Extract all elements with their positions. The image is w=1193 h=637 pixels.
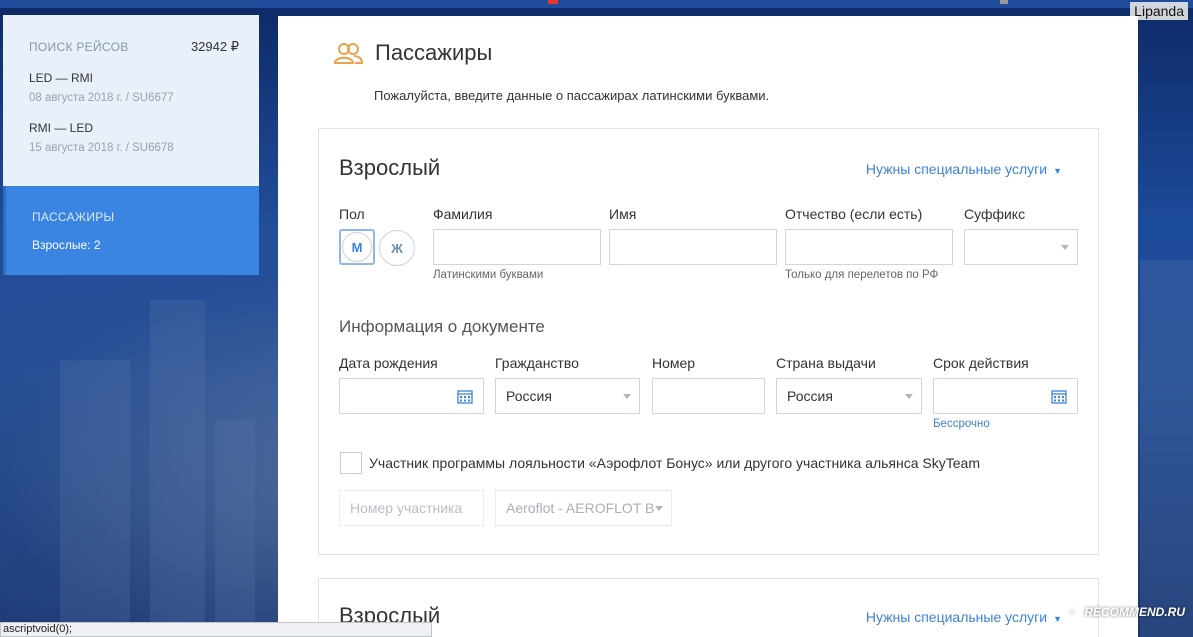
surname-label: Фамилия <box>433 206 493 222</box>
route-outbound: LED — RMI 08 августа 2018 г. / SU6677 <box>29 71 239 104</box>
gender-label: Пол <box>339 206 365 222</box>
issue-country-select[interactable]: Россия <box>776 378 922 414</box>
member-number-placeholder: Номер участника <box>350 500 463 516</box>
suffix-select[interactable] <box>964 229 1078 265</box>
route-details: 15 августа 2018 г. / SU6678 <box>29 142 174 154</box>
loyalty-label[interactable]: Участник программы лояльности «Аэрофлот … <box>369 455 980 471</box>
passenger-type-title: Взрослый <box>339 155 441 180</box>
tab-marker-gray <box>1000 0 1008 4</box>
flight-search-title: ПОИСК РЕЙСОВ <box>29 40 129 54</box>
chevron-down-icon <box>1061 245 1069 250</box>
watermark: ✓ RECOMMEND.RU <box>1064 604 1185 620</box>
name-label: Имя <box>609 206 637 222</box>
special-services-label: Нужны специальные услуги <box>865 609 1048 625</box>
birth-date-input[interactable] <box>339 378 484 414</box>
caret-down-icon: ▼ <box>1053 614 1062 624</box>
suffix-label: Суффикс <box>964 206 1026 222</box>
loyalty-program-value: Aeroflot - AEROFLOT B <box>506 500 655 516</box>
tab-marker <box>548 0 558 4</box>
page-header: Пассажиры <box>333 40 492 66</box>
sidebar: ПОИСК РЕЙСОВ 32942 ₽ LED — RMI 08 август… <box>3 15 259 275</box>
special-services-link[interactable]: Нужны специальные услуги ▼ <box>866 609 1062 625</box>
route-return: RMI — LED 15 августа 2018 г. / SU6678 <box>29 121 239 154</box>
validity-label: Срок действия <box>933 355 1029 371</box>
document-number-input[interactable] <box>652 378 765 414</box>
birth-date-label: Дата рождения <box>339 355 438 371</box>
member-number-input[interactable]: Номер участника <box>339 490 484 526</box>
flight-search-panel[interactable]: ПОИСК РЕЙСОВ 32942 ₽ LED — RMI 08 август… <box>3 15 259 186</box>
issue-country-value: Россия <box>787 388 833 404</box>
calendar-icon[interactable] <box>1051 389 1067 404</box>
browser-status-bar: ascriptvoid(0); <box>0 622 432 637</box>
name-input[interactable] <box>609 229 777 265</box>
main-content: Пассажиры Пожалуйста, введите данные о п… <box>278 16 1138 637</box>
total-price: 32942 ₽ <box>190 39 239 54</box>
citizenship-label: Гражданство <box>495 355 579 371</box>
loyalty-checkbox[interactable] <box>340 452 362 474</box>
citizenship-select[interactable]: Россия <box>495 378 640 414</box>
passengers-icon <box>333 43 363 64</box>
patronymic-input[interactable] <box>785 229 953 265</box>
validity-input[interactable] <box>933 378 1078 414</box>
passengers-count: Взрослые: 2 <box>32 238 101 252</box>
surname-input[interactable] <box>433 229 601 265</box>
calendar-icon[interactable] <box>457 389 473 404</box>
top-strip <box>0 0 1193 8</box>
gender-male-button[interactable]: М <box>339 229 375 265</box>
document-number-label: Номер <box>652 355 696 371</box>
validity-unlimited-link[interactable]: Бессрочно <box>933 418 990 430</box>
page-title: Пассажиры <box>375 40 493 65</box>
watermark-logo-icon: ✓ <box>1064 604 1081 620</box>
chevron-down-icon <box>905 394 913 399</box>
patronymic-label: Отчество (если есть) <box>785 206 923 222</box>
caret-down-icon: ▼ <box>1053 166 1062 176</box>
document-section-title: Информация о документе <box>339 317 545 336</box>
gender-male-label: М <box>342 232 372 262</box>
surname-hint: Латинскими буквами <box>433 269 544 281</box>
citizenship-value: Россия <box>506 388 552 404</box>
watermark-text: RECOMMEND.RU <box>1084 605 1185 619</box>
passenger-card-1: Взрослый Нужны специальные услуги ▼ Пол М… <box>318 128 1099 555</box>
route-details: 08 августа 2018 г. / SU6677 <box>29 92 174 104</box>
loyalty-program-select[interactable]: Aeroflot - AEROFLOT B <box>495 490 672 526</box>
passenger-card-2: Взрослый Нужны специальные услуги ▼ <box>318 578 1099 637</box>
chevron-down-icon <box>655 506 663 511</box>
page-subtitle: Пожалуйста, введите данные о пассажирах … <box>374 88 770 103</box>
patronymic-hint: Только для перелетов по РФ <box>785 269 939 281</box>
issue-country-label: Страна выдачи <box>776 355 876 371</box>
gender-female-button[interactable]: Ж <box>379 230 415 266</box>
route-label: LED — RMI <box>29 71 94 85</box>
user-name[interactable]: Lipanda <box>1130 2 1188 20</box>
special-services-label: Нужны специальные услуги <box>865 161 1048 177</box>
route-label: RMI — LED <box>29 121 94 135</box>
special-services-link[interactable]: Нужны специальные услуги ▼ <box>866 161 1062 177</box>
passengers-panel-title: ПАССАЖИРЫ <box>32 210 115 224</box>
chevron-down-icon <box>623 394 631 399</box>
passengers-panel[interactable]: ПАССАЖИРЫ Взрослые: 2 <box>3 186 259 275</box>
